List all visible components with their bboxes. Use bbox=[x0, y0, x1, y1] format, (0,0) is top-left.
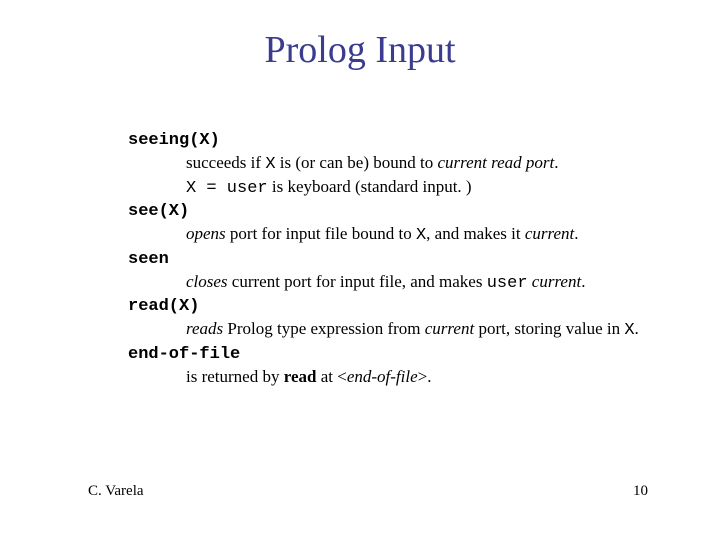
text: , and makes it bbox=[426, 224, 525, 243]
text: current port for input file, and makes bbox=[228, 272, 487, 291]
desc-read: reads Prolog type expression from curren… bbox=[186, 318, 648, 342]
text: . bbox=[554, 153, 558, 172]
desc-eof: is returned by read at <end-of-file>. bbox=[186, 366, 648, 388]
slide-body: seeing(X) succeeds if X is (or can be) b… bbox=[128, 128, 648, 387]
term-head: end-of-file bbox=[128, 345, 240, 364]
term-head: seeing(X) bbox=[128, 131, 220, 150]
code: X bbox=[624, 321, 634, 340]
code: X = user bbox=[186, 179, 268, 198]
desc-see: opens port for input file bound to X, an… bbox=[186, 223, 648, 247]
code: X bbox=[416, 226, 426, 245]
footer-page-number: 10 bbox=[633, 483, 648, 500]
italic: current read port bbox=[437, 153, 554, 172]
text: port, storing value in bbox=[474, 319, 624, 338]
desc-seen: closes current port for input file, and … bbox=[186, 271, 648, 295]
term-seen: seen bbox=[128, 247, 648, 271]
footer-author: C. Varela bbox=[88, 483, 144, 500]
italic: current bbox=[525, 224, 574, 243]
italic: current bbox=[425, 319, 474, 338]
text: . bbox=[635, 319, 639, 338]
italic: opens bbox=[186, 224, 226, 243]
slide-title: Prolog Input bbox=[0, 28, 720, 72]
text: succeeds if bbox=[186, 153, 265, 172]
desc-seeing-2: X = user is keyboard (standard input. ) bbox=[186, 176, 648, 200]
slide: Prolog Input seeing(X) succeeds if X is … bbox=[0, 0, 720, 540]
text: is (or can be) bound to bbox=[276, 153, 438, 172]
italic: closes bbox=[186, 272, 228, 291]
code: user bbox=[487, 274, 528, 293]
text: . bbox=[574, 224, 578, 243]
text: >. bbox=[418, 367, 432, 386]
desc-seeing-1: succeeds if X is (or can be) bound to cu… bbox=[186, 152, 648, 176]
bold: read bbox=[284, 367, 317, 386]
italic: current bbox=[532, 272, 581, 291]
text: port for input file bound to bbox=[226, 224, 416, 243]
term-seeing: seeing(X) bbox=[128, 128, 648, 152]
term-read: read(X) bbox=[128, 294, 648, 318]
term-head: seen bbox=[128, 250, 169, 269]
term-eof: end-of-file bbox=[128, 342, 648, 366]
italic: end-of-file bbox=[347, 367, 418, 386]
term-see: see(X) bbox=[128, 199, 648, 223]
text: is keyboard (standard input. ) bbox=[268, 177, 472, 196]
text: . bbox=[581, 272, 585, 291]
text: Prolog type expression from bbox=[223, 319, 425, 338]
text: is returned by bbox=[186, 367, 284, 386]
term-head: see(X) bbox=[128, 202, 189, 221]
text: at < bbox=[316, 367, 346, 386]
code: X bbox=[265, 155, 275, 174]
term-head: read(X) bbox=[128, 297, 199, 316]
italic: reads bbox=[186, 319, 223, 338]
